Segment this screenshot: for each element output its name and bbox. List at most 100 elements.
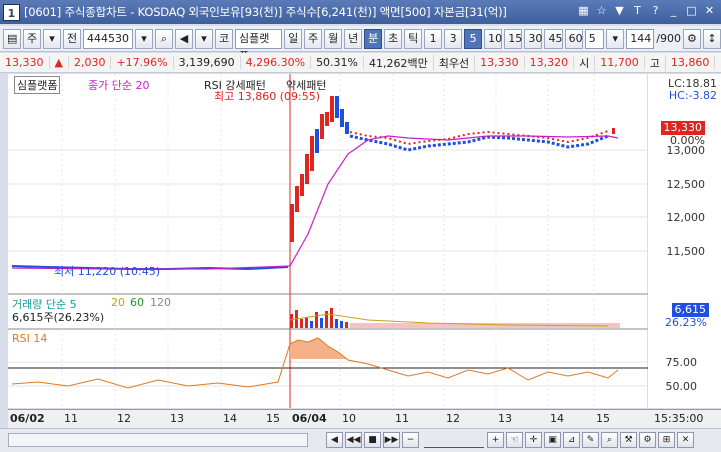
interval-dropdown-icon[interactable]: ▾: [606, 28, 625, 49]
prev-button[interactable]: 전: [63, 28, 81, 49]
interval-10[interactable]: 10: [484, 28, 503, 49]
high-marker: 최고 13,860 (09:55): [214, 90, 321, 103]
change-arrow: ▲: [50, 56, 69, 69]
search-icon[interactable]: ⌕: [155, 28, 173, 49]
date-label: 10: [342, 412, 356, 425]
market-select[interactable]: 주: [23, 28, 41, 49]
settings-icon[interactable]: ⚙: [682, 28, 701, 49]
date-axis: 06/02 11 12 13 14 15 06/04 10 11 12 13 1…: [8, 409, 721, 428]
crosshair-icon[interactable]: ✛: [525, 432, 542, 448]
chart-area[interactable]: 심플랫폼 종가 단순 20 RSI 강세패턴 약세패턴 최고 13,860 (0…: [8, 74, 721, 408]
zoom-in-icon[interactable]: +: [487, 432, 504, 448]
magnify-icon[interactable]: ⌕: [601, 432, 618, 448]
candle: [315, 129, 319, 153]
scroll-start-icon[interactable]: ◀◀: [345, 432, 362, 448]
interval-15[interactable]: 15: [504, 28, 523, 49]
rsi-tick: 50.00: [665, 380, 698, 393]
scroll-end-icon[interactable]: ▶▶: [383, 432, 400, 448]
interval-1[interactable]: 1: [424, 28, 443, 49]
hc-value: HC:-3.82: [668, 89, 717, 102]
print-icon[interactable]: ▣: [544, 432, 561, 448]
star-icon[interactable]: ☆: [594, 3, 609, 19]
date-label: 15: [266, 412, 280, 425]
hand-icon[interactable]: ☜: [506, 432, 523, 448]
period-tick[interactable]: 틱: [404, 28, 423, 49]
interval-5[interactable]: 5: [464, 28, 483, 49]
stock-label[interactable]: 심플랫폼: [14, 76, 61, 94]
market-badge: 코: [215, 28, 233, 49]
rsi-header[interactable]: RSI 14: [12, 332, 47, 345]
open-price: 11,700: [595, 56, 645, 69]
interval-30[interactable]: 30: [524, 28, 543, 49]
zoom-out-icon[interactable]: −: [402, 432, 419, 448]
change-value: 2,030: [69, 56, 112, 69]
interval-60[interactable]: 60: [564, 28, 583, 49]
chart-type-icon[interactable]: ↕: [702, 28, 721, 49]
candle: [300, 174, 304, 196]
ma-label[interactable]: 종가 단순 20: [88, 77, 149, 93]
current-price: 13,330: [0, 56, 50, 69]
y-tick: 12,500: [666, 178, 706, 191]
period-second[interactable]: 초: [384, 28, 403, 49]
count-input[interactable]: 144: [626, 28, 655, 49]
period-year[interactable]: 년: [344, 28, 363, 49]
scrollbar[interactable]: [8, 433, 308, 447]
close-icon[interactable]: ✕: [677, 432, 694, 448]
sound-dropdown-icon[interactable]: ▾: [195, 28, 213, 49]
period-minute[interactable]: 분: [364, 28, 383, 49]
y-tick: 12,000: [666, 211, 706, 224]
low-marker: 최저 11,220 (10:45): [54, 265, 161, 278]
layout-icon[interactable]: ▤: [3, 28, 21, 49]
period-month[interactable]: 월: [324, 28, 343, 49]
toolbar: ▤ 주 ▾ 전 444530 ▾ ⌕ ◀ ▾ 코 심플랫폼 일 주 월 년 분 …: [0, 26, 721, 63]
candles: [11, 96, 615, 271]
close-icon[interactable]: ✕: [702, 3, 717, 19]
code-dropdown-icon[interactable]: ▾: [135, 28, 153, 49]
interval-3[interactable]: 3: [444, 28, 463, 49]
sound-icon[interactable]: ◀: [175, 28, 193, 49]
stop-icon[interactable]: ■: [364, 432, 381, 448]
settings-icon[interactable]: ⚙: [639, 432, 656, 448]
ruler-icon[interactable]: ⊿: [563, 432, 580, 448]
zoom-slider[interactable]: [424, 432, 484, 448]
grid-icon[interactable]: ▦: [576, 3, 591, 19]
layout-icon[interactable]: ⊞: [658, 432, 675, 448]
period-day[interactable]: 일: [284, 28, 303, 49]
turnover-ratio: 50.31%: [311, 56, 365, 69]
candle: [345, 122, 349, 134]
pin-icon[interactable]: ▼: [612, 3, 627, 19]
window-number: 1: [3, 3, 20, 21]
candle: [295, 186, 299, 212]
period-week[interactable]: 주: [304, 28, 323, 49]
time-label: 15:35:00: [654, 412, 704, 425]
code-input[interactable]: 444530: [83, 28, 133, 49]
date-label: 14: [223, 412, 237, 425]
interval-45[interactable]: 45: [544, 28, 563, 49]
help-icon[interactable]: ?: [648, 3, 663, 19]
minimize-icon[interactable]: _: [666, 3, 681, 19]
scroll-left-icon[interactable]: ◀: [326, 432, 343, 448]
interval-input[interactable]: 5: [584, 28, 605, 49]
date-label: 06/04: [292, 412, 327, 425]
rsi-series: [11, 337, 619, 389]
bid-price: 13,320: [525, 56, 575, 69]
vol-ma-20: 20: [111, 296, 125, 309]
market-dropdown-icon[interactable]: ▾: [43, 28, 61, 49]
change-pct: +17.96%: [111, 56, 174, 69]
date-label: 11: [395, 412, 409, 425]
trade-amount: 41,262백만: [364, 54, 434, 71]
date-label: 15: [596, 412, 610, 425]
vol-ma-120: 120: [150, 296, 171, 309]
count-total: /900: [656, 32, 681, 45]
font-icon[interactable]: T: [630, 3, 645, 19]
maximize-icon[interactable]: □: [684, 3, 699, 19]
high-price: 13,860: [666, 56, 716, 69]
pencil-icon[interactable]: ✎: [582, 432, 599, 448]
vol-ma-60: 60: [130, 296, 144, 309]
volume-pct: 26.23%: [665, 316, 707, 329]
title-bar: 1 [0601] 주식종합차트 - KOSDAQ 외국인보유[93(천)] 주식…: [0, 0, 721, 24]
volume-ratio: 4,296.30%: [241, 56, 312, 69]
candle: [310, 136, 314, 171]
window-title: [0601] 주식종합차트 - KOSDAQ 외국인보유[93(천)] 주식수[…: [24, 5, 507, 19]
tools-icon[interactable]: ⚒: [620, 432, 637, 448]
